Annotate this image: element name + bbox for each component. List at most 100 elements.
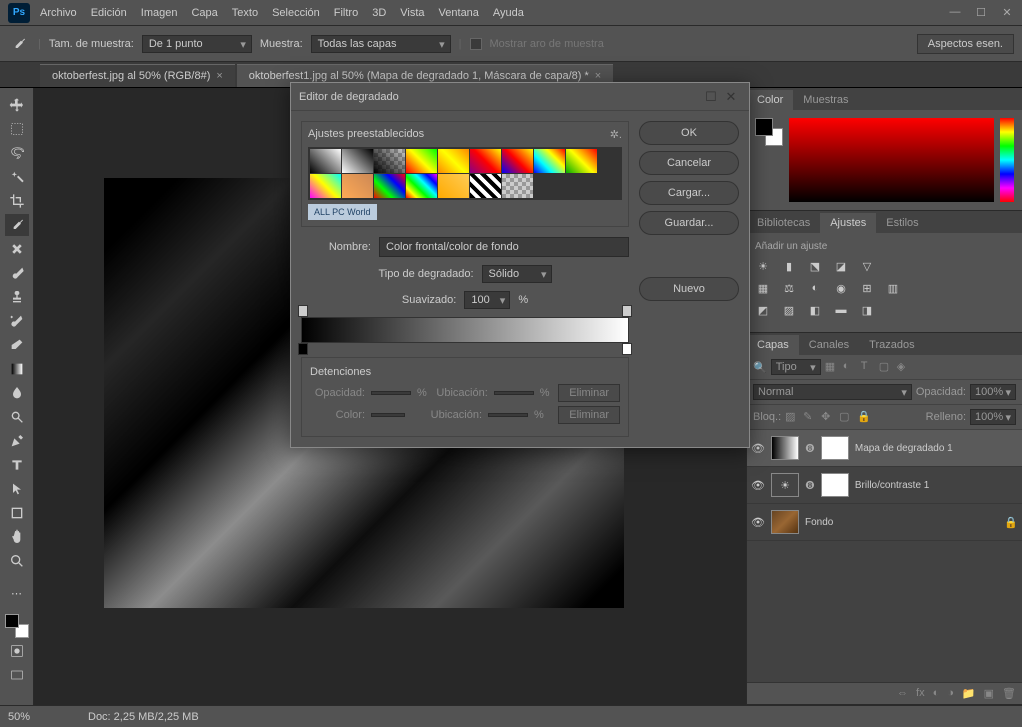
gradient-bar[interactable] (301, 317, 629, 343)
color-location-input[interactable] (488, 413, 528, 417)
panel-color-swatch[interactable] (755, 118, 783, 146)
path-select-tool[interactable] (5, 478, 29, 500)
adj-photo-filter-icon[interactable]: ◉ (833, 280, 849, 296)
opacity-stop-input[interactable] (371, 391, 411, 395)
adj-balance-icon[interactable]: ⚖ (781, 280, 797, 296)
dodge-tool[interactable] (5, 406, 29, 428)
heal-tool[interactable] (5, 238, 29, 260)
adj-posterize-icon[interactable]: ▨ (781, 302, 797, 318)
filter-shape-icon[interactable]: ▢ (879, 360, 893, 374)
filter-smart-icon[interactable]: ◈ (897, 360, 911, 374)
layer-row[interactable]: 👁 ☀ ❽ Brillo/contraste 1 (747, 467, 1022, 504)
eyedropper-icon[interactable] (8, 33, 30, 55)
tab-channels[interactable]: Canales (799, 335, 859, 355)
save-button[interactable]: Guardar... (639, 211, 739, 235)
zoom-display[interactable]: 50% (8, 711, 68, 723)
menu-texto[interactable]: Texto (232, 7, 258, 19)
close-button[interactable]: ✕ (1000, 6, 1014, 19)
gradient-preset[interactable] (566, 149, 597, 173)
hue-slider[interactable] (1000, 118, 1014, 202)
eraser-tool[interactable] (5, 334, 29, 356)
blur-tool[interactable] (5, 382, 29, 404)
gradient-preset[interactable] (534, 149, 565, 173)
layer-filter-select[interactable]: Tipo (771, 359, 821, 375)
adj-threshold-icon[interactable]: ◧ (807, 302, 823, 318)
history-brush-tool[interactable] (5, 310, 29, 332)
maximize-button[interactable]: ☐ (974, 6, 988, 19)
move-tool[interactable] (5, 94, 29, 116)
layer-row[interactable]: 👁 ❽ Mapa de degradado 1 (747, 430, 1022, 467)
menu-3d[interactable]: 3D (372, 7, 386, 19)
screen-mode-button[interactable] (5, 664, 29, 686)
show-ring-checkbox[interactable] (470, 38, 482, 50)
filter-type-icon[interactable]: T (861, 360, 875, 374)
adj-mixer-icon[interactable]: ⊞ (859, 280, 875, 296)
adj-gradient-map-icon[interactable]: ▬ (833, 302, 849, 318)
gradient-preset[interactable] (342, 149, 373, 173)
filter-adjust-icon[interactable]: ◐ (843, 360, 857, 374)
tab-adjustments[interactable]: Ajustes (820, 213, 876, 233)
menu-imagen[interactable]: Imagen (141, 7, 178, 19)
new-layer-icon[interactable]: ▣ (984, 687, 994, 700)
lock-transparency-icon[interactable]: ▨ (785, 410, 799, 424)
color-stop-right[interactable] (622, 343, 632, 355)
color-stop-swatch[interactable] (371, 413, 405, 417)
new-group-icon[interactable]: 📁 (962, 687, 976, 700)
crop-tool[interactable] (5, 190, 29, 212)
opacity-input[interactable]: 100% (970, 384, 1016, 400)
gradient-preset[interactable] (406, 174, 437, 198)
adj-invert-icon[interactable]: ◩ (755, 302, 771, 318)
cancel-button[interactable]: Cancelar (639, 151, 739, 175)
opacity-stop-right[interactable] (622, 305, 632, 317)
mask-icon[interactable]: ◐ (933, 687, 940, 700)
opacity-stop-left[interactable] (298, 305, 308, 317)
menu-ventana[interactable]: Ventana (439, 7, 479, 19)
layer-name[interactable]: Fondo (805, 517, 998, 528)
doc-tab-1[interactable]: oktoberfest.jpg al 50% (RGB/8#) × (40, 64, 235, 87)
mask-thumb[interactable] (821, 473, 849, 497)
sample-size-select[interactable]: De 1 punto (142, 35, 252, 53)
gradient-preset[interactable] (342, 174, 373, 198)
eyedropper-tool[interactable] (5, 214, 29, 236)
tab-swatches[interactable]: Muestras (793, 90, 858, 110)
shape-tool[interactable] (5, 502, 29, 524)
link-layers-icon[interactable]: ⇔ (897, 687, 908, 700)
tab-libraries[interactable]: Bibliotecas (747, 213, 820, 233)
tab-layers[interactable]: Capas (747, 335, 799, 355)
lasso-tool[interactable] (5, 142, 29, 164)
gradient-preset[interactable] (438, 174, 469, 198)
gradient-preset[interactable] (470, 149, 501, 173)
brush-tool[interactable] (5, 262, 29, 284)
delete-opacity-stop-button[interactable]: Eliminar (558, 384, 620, 402)
quick-mask-button[interactable] (5, 640, 29, 662)
adj-brightness-icon[interactable]: ☀ (755, 258, 771, 274)
minimize-button[interactable]: — (948, 6, 962, 19)
gradient-preset[interactable] (406, 149, 437, 173)
gradient-preset[interactable] (438, 149, 469, 173)
gradient-preset[interactable] (374, 149, 405, 173)
visibility-icon[interactable]: 👁 (751, 479, 765, 492)
load-button[interactable]: Cargar... (639, 181, 739, 205)
doc-info[interactable]: Doc: 2,25 MB/2,25 MB (88, 711, 199, 723)
filter-icon[interactable]: 🔍 (753, 361, 767, 374)
smooth-input[interactable]: 100 (464, 291, 510, 309)
marquee-tool[interactable] (5, 118, 29, 140)
presets-gear-icon[interactable]: ✲. (610, 128, 622, 141)
lock-pixels-icon[interactable]: ✎ (803, 410, 817, 424)
fx-icon[interactable]: fx (916, 687, 925, 700)
link-icon[interactable]: ❽ (805, 479, 815, 492)
gradient-name-input[interactable]: Color frontal/color de fondo (379, 237, 629, 257)
zoom-tool[interactable] (5, 550, 29, 572)
adj-levels-icon[interactable]: ▮ (781, 258, 797, 274)
adj-bw-icon[interactable]: ◐ (807, 280, 823, 296)
lock-position-icon[interactable]: ✥ (821, 410, 835, 424)
menu-edicion[interactable]: Edición (91, 7, 127, 19)
new-button[interactable]: Nuevo (639, 277, 739, 301)
ok-button[interactable]: OK (639, 121, 739, 145)
stamp-tool[interactable] (5, 286, 29, 308)
layer-row[interactable]: 👁 Fondo 🔒 (747, 504, 1022, 541)
mask-thumb[interactable] (821, 436, 849, 460)
location-input[interactable] (494, 391, 534, 395)
gradient-preset[interactable] (502, 174, 533, 198)
menu-vista[interactable]: Vista (400, 7, 424, 19)
